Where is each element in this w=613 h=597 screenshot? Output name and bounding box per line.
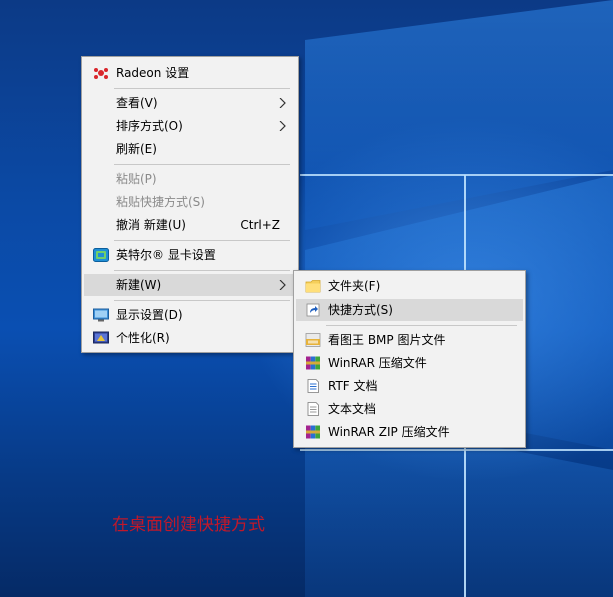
shortcut-icon	[306, 303, 320, 317]
chevron-right-icon	[279, 280, 286, 290]
menu-separator	[326, 325, 517, 326]
submenu-item-rtf-document[interactable]: RTF 文档	[296, 375, 523, 397]
menu-item-label: 排序方式(O)	[116, 119, 183, 133]
menu-separator	[114, 164, 290, 165]
menu-separator	[114, 300, 290, 301]
menu-item-label: 看图王 BMP 图片文件	[328, 333, 446, 347]
menu-separator	[114, 88, 290, 89]
submenu-item-text-document[interactable]: 文本文档	[296, 398, 523, 420]
menu-item-label: 英特尔® 显卡设置	[116, 248, 216, 262]
menu-item-paste-shortcut[interactable]: 粘贴快捷方式(S)	[84, 191, 296, 213]
menu-item-view[interactable]: 查看(V)	[84, 92, 296, 114]
radeon-icon	[94, 68, 108, 79]
display-settings-icon	[93, 308, 109, 322]
new-submenu: 文件夹(F) 快捷方式(S) 看图王 BMP 图片文件 WinRAR 压缩文件	[293, 270, 526, 448]
menu-item-sort-by[interactable]: 排序方式(O)	[84, 115, 296, 137]
menu-item-intel-graphics[interactable]: 英特尔® 显卡设置	[84, 244, 296, 266]
folder-icon	[305, 280, 321, 293]
menu-item-label: Radeon 设置	[116, 66, 190, 80]
menu-item-label: 粘贴(P)	[116, 172, 157, 186]
menu-item-label: 新建(W)	[116, 278, 162, 292]
menu-item-label: 文本文档	[328, 402, 377, 416]
submenu-item-bmp-image[interactable]: 看图王 BMP 图片文件	[296, 329, 523, 351]
menu-item-label: 撤消 新建(U)	[116, 218, 186, 232]
winrar-zip-icon	[306, 425, 320, 439]
menu-item-label: WinRAR 压缩文件	[328, 356, 427, 370]
submenu-item-winrar-zip[interactable]: WinRAR ZIP 压缩文件	[296, 421, 523, 443]
winrar-icon	[306, 356, 320, 370]
menu-item-label: RTF 文档	[328, 379, 378, 393]
menu-item-label: 查看(V)	[116, 96, 158, 110]
menu-item-personalize[interactable]: 个性化(R)	[84, 327, 296, 349]
menu-item-radeon-settings[interactable]: Radeon 设置	[84, 62, 296, 84]
menu-item-display-settings[interactable]: 显示设置(D)	[84, 304, 296, 326]
menu-item-undo-new[interactable]: 撤消 新建(U) Ctrl+Z	[84, 214, 296, 236]
menu-separator	[114, 270, 290, 271]
menu-item-label: 快捷方式(S)	[328, 303, 393, 317]
chevron-right-icon	[279, 98, 286, 108]
menu-item-paste[interactable]: 粘贴(P)	[84, 168, 296, 190]
rtf-document-icon	[307, 379, 319, 393]
menu-item-label: 文件夹(F)	[328, 279, 381, 293]
menu-item-new[interactable]: 新建(W)	[84, 274, 296, 296]
submenu-item-winrar-archive[interactable]: WinRAR 压缩文件	[296, 352, 523, 374]
menu-item-label: 显示设置(D)	[116, 308, 183, 322]
menu-item-label: WinRAR ZIP 压缩文件	[328, 425, 450, 439]
text-document-icon	[307, 402, 319, 416]
menu-item-label: 刷新(E)	[116, 142, 157, 156]
desktop-context-menu: Radeon 设置 查看(V) 排序方式(O) 刷新(E) 粘贴(P) 粘贴快捷…	[81, 56, 299, 353]
bmp-file-icon	[305, 333, 321, 347]
menu-item-refresh[interactable]: 刷新(E)	[84, 138, 296, 160]
menu-separator	[114, 240, 290, 241]
submenu-item-folder[interactable]: 文件夹(F)	[296, 275, 523, 297]
menu-item-label: 粘贴快捷方式(S)	[116, 195, 205, 209]
submenu-item-shortcut[interactable]: 快捷方式(S)	[296, 299, 523, 321]
chevron-right-icon	[279, 121, 286, 131]
intel-graphics-icon	[93, 248, 109, 262]
menu-item-label: 个性化(R)	[116, 331, 170, 345]
caption-text: 在桌面创建快捷方式	[112, 515, 265, 535]
personalize-icon	[93, 331, 109, 344]
menu-item-shortcut: Ctrl+Z	[240, 218, 280, 232]
